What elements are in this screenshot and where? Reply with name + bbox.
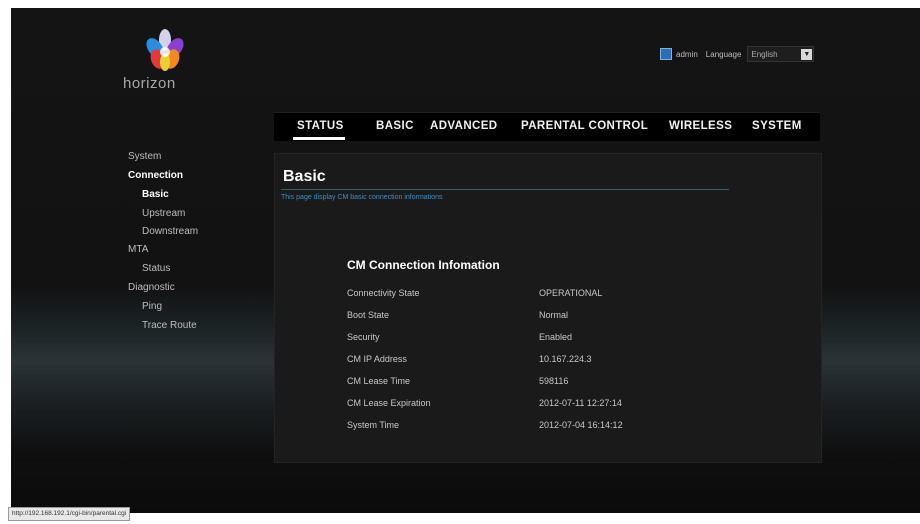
sidebar-item-mta-status[interactable]: Status: [142, 263, 170, 274]
sidebar-item-diagnostic[interactable]: Diagnostic: [128, 282, 175, 293]
row-value: 2012-07-04 16:14:12: [539, 420, 623, 430]
row-value: 10.167.224.3: [539, 354, 592, 364]
language-select[interactable]: English ▼: [747, 46, 815, 62]
row-label: System Time: [347, 420, 400, 430]
router-admin-page: horizon admin Language English ▼ STATUS …: [11, 8, 920, 513]
dropdown-arrow-icon[interactable]: ▼: [801, 48, 813, 60]
page-title: Basic: [283, 168, 326, 185]
tab-system[interactable]: SYSTEM: [752, 120, 802, 132]
tab-parental-control[interactable]: PARENTAL CONTROL: [521, 120, 648, 132]
row-label: Security: [347, 332, 380, 342]
main-nav: STATUS BASIC ADVANCED PARENTAL CONTROL W…: [274, 112, 820, 141]
row-label: Connectivity State: [347, 288, 420, 298]
title-divider: [281, 189, 729, 190]
tab-basic[interactable]: BASIC: [376, 120, 414, 132]
row-label: CM Lease Expiration: [347, 398, 431, 408]
sidebar-item-downstream[interactable]: Downstream: [142, 226, 198, 237]
tab-wireless[interactable]: WIRELESS: [669, 120, 732, 132]
page-description: This page display CM basic connection in…: [281, 194, 443, 201]
language-label: Language: [705, 49, 742, 59]
active-tab-indicator: [293, 137, 345, 140]
sidebar-item-upstream[interactable]: Upstream: [142, 208, 185, 219]
browser-status-bar: http://192.168.192.1/cgi-bin/parental.cg…: [8, 507, 131, 521]
logo-text: horizon: [123, 75, 176, 92]
language-value: English: [751, 49, 778, 59]
header-user-area: admin Language English ▼: [660, 45, 815, 63]
sidebar-item-ping[interactable]: Ping: [142, 301, 162, 312]
flower-logo-icon: [146, 29, 184, 71]
row-value: 598116: [539, 376, 569, 386]
horizon-logo[interactable]: horizon: [123, 28, 203, 98]
section-title: CM Connection Infomation: [347, 258, 500, 272]
sidebar-item-system[interactable]: System: [128, 151, 161, 162]
sidebar-item-connection[interactable]: Connection: [128, 170, 183, 181]
sidebar-item-trace-route[interactable]: Trace Route: [142, 320, 197, 331]
sidebar-item-basic[interactable]: Basic: [142, 189, 169, 200]
tab-status[interactable]: STATUS: [297, 120, 344, 132]
row-value: 2012-07-11 12:27:14: [539, 398, 622, 408]
row-value: Normal: [539, 310, 569, 320]
row-value: Enabled: [539, 332, 573, 342]
content-panel: Basic This page display CM basic connect…: [274, 153, 822, 463]
row-label: CM Lease Time: [347, 376, 411, 386]
user-icon: [660, 48, 672, 60]
sidebar-item-mta[interactable]: MTA: [128, 244, 148, 255]
tab-advanced[interactable]: ADVANCED: [430, 120, 498, 132]
row-label: CM IP Address: [347, 354, 407, 364]
row-value: OPERATIONAL: [539, 288, 603, 298]
username: admin: [676, 49, 698, 59]
row-label: Boot State: [347, 310, 390, 320]
